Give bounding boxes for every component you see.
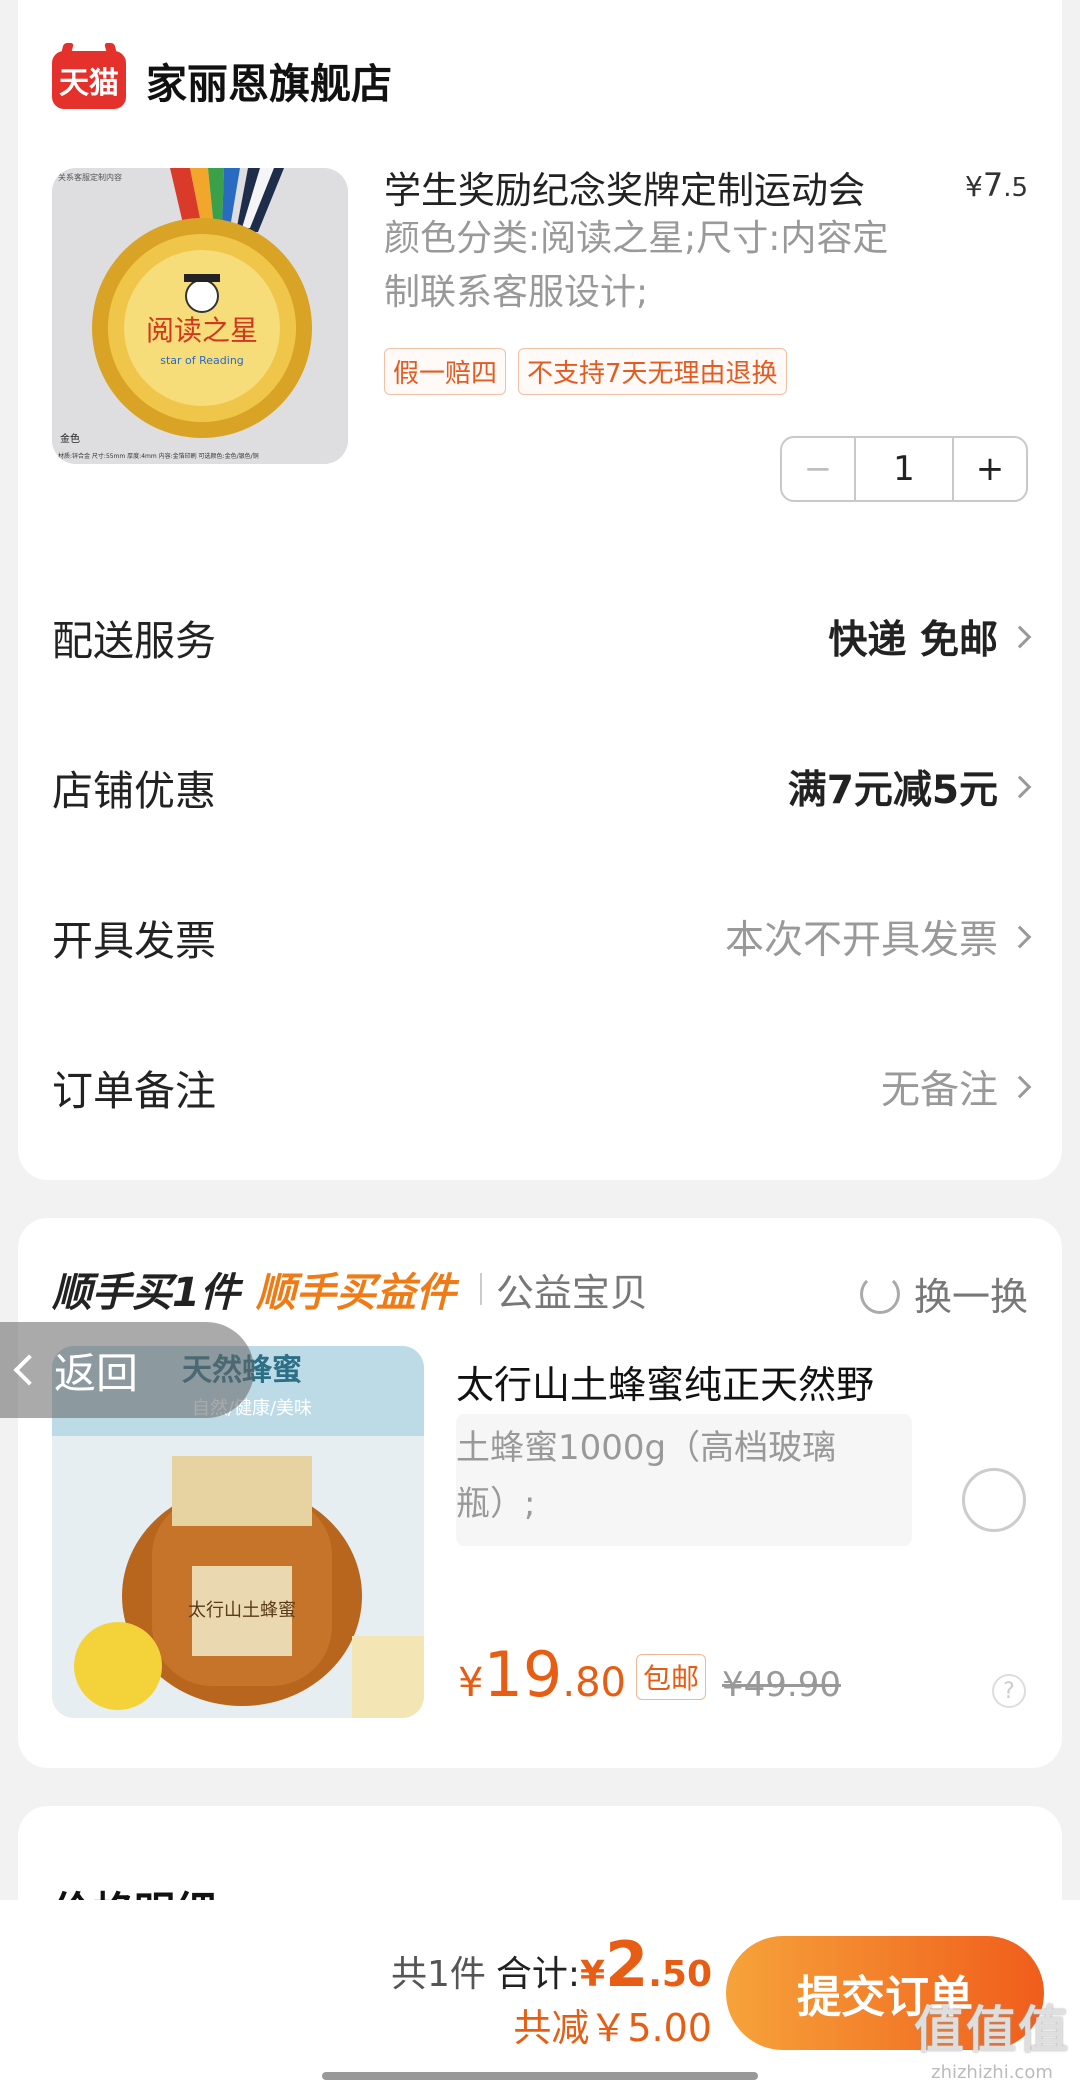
row-order-note[interactable]: 订单备注 无备注 — [52, 1057, 1032, 1117]
refresh-icon — [859, 1273, 900, 1314]
honey-price: ¥ 19 .80 包邮 ¥49.90 — [458, 1638, 841, 1711]
addon-subheading: 公益宝贝 — [495, 1270, 648, 1315]
swap-button[interactable]: 换一换 — [859, 1266, 1028, 1321]
addon-card: 顺手买1件 顺手买益件 公益宝贝 换一换 天然蜂蜜 自然/健康/美味 太行山土蜂… — [18, 1218, 1062, 1768]
order-note-label: 订单备注 — [52, 1067, 216, 1115]
product-price-currency: ¥ — [965, 170, 983, 203]
back-button[interactable]: 返回 — [0, 1322, 254, 1418]
invoice-label: 开具发票 — [52, 917, 216, 965]
honey-spec[interactable]: 土蜂蜜1000g（高档玻璃瓶）; — [456, 1414, 912, 1546]
total-int: 2 — [605, 1928, 649, 2001]
medal-color-label: 金色 — [60, 432, 80, 445]
invoice-value[interactable]: 本次不开具发票 — [724, 909, 1032, 965]
total-currency: ¥ — [580, 1954, 606, 1995]
row-invoice[interactable]: 开具发票 本次不开具发票 — [52, 907, 1032, 967]
medal-bottom-caption: 材质:锌合金 尺寸:55mm 厚度:4mm 内容:金箔印刷 可选颜色:金色/银色… — [58, 452, 259, 460]
product-price-dec: .5 — [1003, 173, 1028, 203]
help-icon[interactable]: ? — [992, 1674, 1026, 1708]
total-saved: 共减￥5.00 — [513, 2006, 712, 2050]
honey-title[interactable]: 太行山土蜂蜜纯正天然野 — [456, 1354, 874, 1409]
tag-fake-compensation: 假一赔四 — [384, 348, 507, 395]
divider — [479, 1273, 482, 1305]
total-label: 合计: — [495, 1954, 581, 1995]
quantity-stepper: − 1 + — [780, 436, 1028, 502]
tmall-logo: 天猫 — [52, 51, 126, 109]
select-radio[interactable] — [962, 1468, 1026, 1532]
chevron-right-icon — [1008, 775, 1032, 799]
shop-name[interactable]: 家丽恩旗舰店 — [146, 50, 392, 110]
watermark: 值值值 zhizhizhi.com — [914, 1990, 1070, 2083]
chevron-right-icon — [1008, 1075, 1032, 1099]
original-price: ¥49.90 — [722, 1665, 841, 1705]
addon-header: 顺手买1件 顺手买益件 公益宝贝 — [52, 1260, 648, 1318]
order-note-value[interactable]: 无备注 — [880, 1059, 1032, 1115]
item-count: 共1件 — [390, 1954, 486, 1995]
total-dec: .50 — [648, 1954, 712, 1995]
medal-text: 阅读之星 — [146, 314, 258, 347]
shop-header[interactable]: 天猫 家丽恩旗舰店 — [52, 50, 392, 110]
order-summary: 共1件 合计: ¥ 2 .50 共减￥5.00 — [391, 1928, 712, 2052]
chevron-right-icon — [1008, 925, 1032, 949]
decrease-button[interactable]: − — [782, 438, 854, 500]
row-delivery[interactable]: 配送服务 快递 免邮 — [52, 607, 1032, 667]
order-note-value-text: 无备注 — [880, 1068, 998, 1113]
honey-jar-label: 太行山土蜂蜜 — [188, 1600, 296, 1621]
shop-discount-label: 店铺优惠 — [52, 767, 216, 815]
shop-discount-value[interactable]: 满7元减5元 — [787, 759, 1032, 815]
watermark-sub: zhizhizhi.com — [931, 2062, 1053, 2083]
honey-price-currency: ¥ — [458, 1660, 484, 1706]
delivery-value[interactable]: 快递 免邮 — [828, 609, 1032, 665]
invoice-value-text: 本次不开具发票 — [724, 918, 998, 963]
tag-no-return: 不支持7天无理由退换 — [518, 348, 787, 395]
product-price: ¥7.5 — [965, 166, 1028, 204]
product-spec[interactable]: 颜色分类:阅读之星;尺寸:内容定制联系客服设计; — [384, 212, 904, 320]
honey-price-dec: .80 — [562, 1660, 626, 1706]
honey-price-int: 19 — [483, 1638, 563, 1711]
total-line: 共1件 合计: ¥ 2 .50 — [391, 1928, 712, 2001]
tmall-logo-text: 天猫 — [59, 66, 119, 101]
chevron-right-icon — [1008, 625, 1032, 649]
addon-heading-charity: 顺手买益件 — [255, 1270, 456, 1316]
addon-heading: 顺手买1件 — [52, 1270, 240, 1316]
order-card: 天猫 家丽恩旗舰店 阅读之星 star of Reading 关系客服定制内容 … — [18, 0, 1062, 1180]
home-indicator[interactable] — [322, 2072, 758, 2080]
free-shipping-badge: 包邮 — [635, 1654, 706, 1700]
medal-top-caption: 关系客服定制内容 — [58, 172, 122, 182]
product-title[interactable]: 学生奖励纪念奖牌定制运动会 — [384, 160, 944, 214]
swap-label: 换一换 — [913, 1275, 1028, 1319]
delivery-label: 配送服务 — [52, 617, 216, 665]
increase-button[interactable]: + — [954, 438, 1026, 500]
medal-illustration: 阅读之星 star of Reading 关系客服定制内容 金色 材质:锌合金 … — [52, 168, 348, 464]
medal-subtext: star of Reading — [160, 354, 244, 367]
row-shop-discount[interactable]: 店铺优惠 满7元减5元 — [52, 757, 1032, 817]
delivery-value-text: 快递 免邮 — [828, 618, 998, 663]
medal-product-image[interactable]: 阅读之星 star of Reading 关系客服定制内容 金色 材质:锌合金 … — [52, 168, 348, 464]
chevron-left-icon — [13, 1354, 45, 1386]
product-tags: 假一赔四 不支持7天无理由退换 — [384, 348, 787, 395]
back-label: 返回 — [54, 1348, 139, 1398]
quantity-value[interactable]: 1 — [854, 438, 954, 500]
product-price-int: 7 — [982, 166, 1004, 204]
watermark-main: 值值值 — [914, 2001, 1070, 2059]
shop-discount-value-text: 满7元减5元 — [787, 768, 998, 813]
